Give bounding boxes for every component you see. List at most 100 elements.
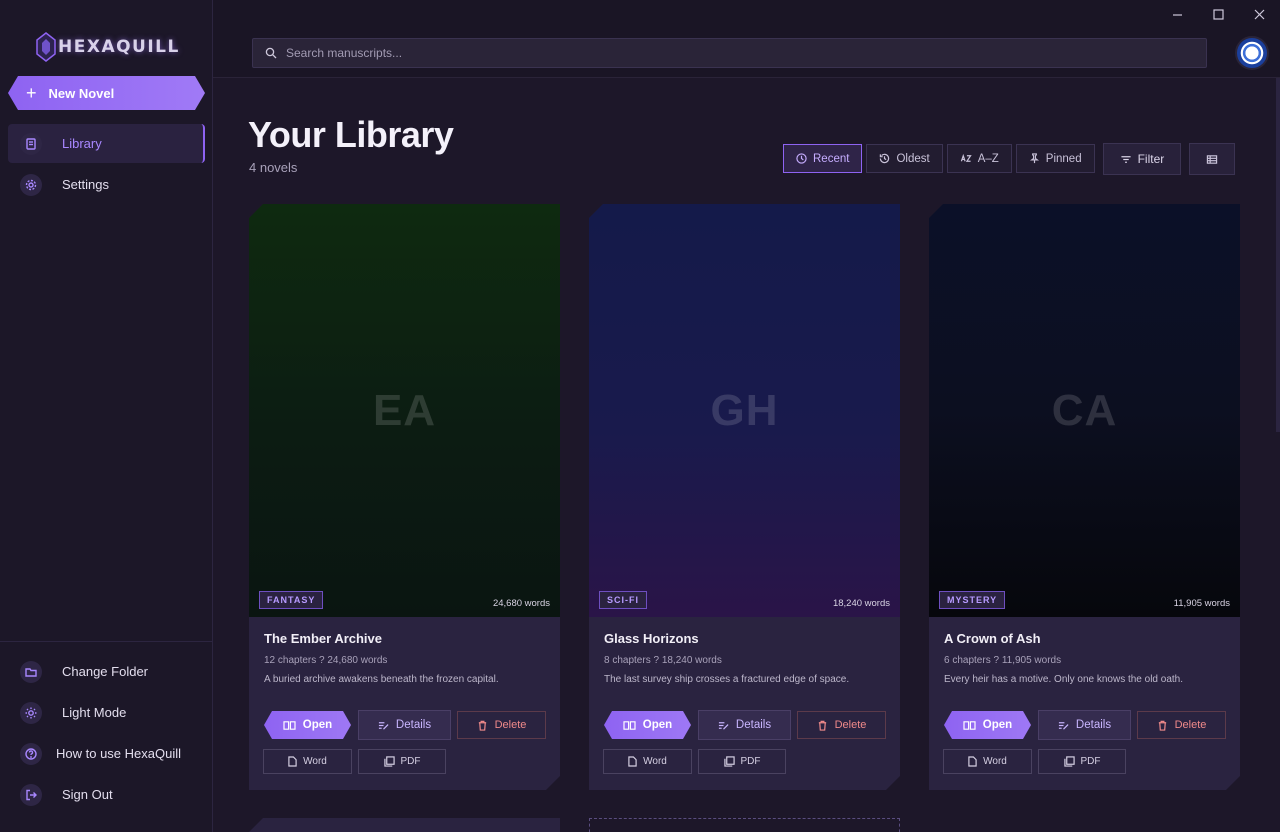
minimize-button[interactable] — [1157, 0, 1198, 28]
library-icon — [20, 132, 42, 155]
filter-button[interactable]: Filter — [1102, 143, 1182, 175]
close-icon — [1254, 9, 1265, 19]
clock-icon — [796, 153, 807, 164]
export-word-button[interactable]: Word — [603, 749, 692, 774]
hexagon-logo-icon — [36, 32, 56, 62]
avatar[interactable] — [1235, 36, 1269, 70]
details-button[interactable]: Details — [1038, 710, 1131, 740]
trash-icon — [817, 720, 828, 731]
add-novel-placeholder[interactable] — [589, 818, 900, 832]
page-title: Your Library — [248, 114, 454, 155]
word-label: Word — [643, 756, 667, 767]
list-view-button[interactable] — [1189, 143, 1236, 175]
sidebar-item-light-mode[interactable]: Light Mode — [8, 693, 205, 732]
delete-button[interactable]: Delete — [1137, 711, 1226, 739]
export-pdf-button[interactable]: PDF — [1038, 749, 1126, 774]
novel-card-body: The Ember Archive 12 chapters ? 24,680 w… — [249, 617, 560, 790]
cover-initials: EA — [372, 385, 437, 435]
open-button[interactable]: Open — [604, 711, 691, 739]
novel-cover[interactable]: CA MYSTERY 11,905 words — [929, 204, 1240, 617]
word-label: Word — [303, 756, 327, 767]
export-word-button[interactable]: Word — [943, 749, 1032, 774]
document-icon — [968, 756, 977, 767]
sort-alpha-button[interactable]: A–Z — [946, 144, 1012, 173]
plus-icon: + — [26, 83, 37, 103]
document-icon — [288, 756, 297, 767]
app-logo: HEXAQUILL — [36, 32, 180, 62]
novel-description: Every heir has a motive. Only one knows … — [944, 674, 1184, 685]
book-open-icon — [283, 720, 296, 731]
close-window-button[interactable] — [1239, 0, 1280, 28]
book-open-icon — [963, 720, 976, 731]
sort-recent-button[interactable]: Recent — [783, 144, 863, 173]
open-label: Open — [302, 719, 333, 731]
export-pdf-button[interactable]: PDF — [358, 749, 446, 774]
novel-cover[interactable]: EA FANTASY 24,680 words — [249, 204, 560, 617]
sidebar-item-change-folder[interactable]: Change Folder — [8, 652, 205, 691]
edit-details-icon — [378, 720, 389, 731]
book-open-icon — [623, 720, 636, 731]
edit-details-icon — [718, 720, 729, 731]
trash-icon — [477, 720, 488, 731]
search-icon — [265, 47, 277, 59]
filter-icon — [1121, 155, 1131, 163]
novel-description: The last survey ship crosses a fractured… — [604, 674, 850, 685]
genre-badge: SCI-FI — [599, 591, 647, 609]
logo-text: HEXAQUILL — [58, 37, 180, 57]
sidebar-item-label: How to use HexaQuill — [56, 746, 181, 761]
sort-label: Oldest — [896, 152, 930, 165]
pdf-label: PDF — [740, 756, 761, 767]
sidebar-item-label: Sign Out — [62, 787, 113, 802]
novel-card-body: A Crown of Ash 6 chapters ? 11,905 words… — [929, 617, 1240, 790]
cover-initials: GH — [710, 385, 779, 435]
new-novel-button[interactable]: + New Novel — [8, 76, 205, 110]
sidebar-item-sign-out[interactable]: Sign Out — [8, 775, 205, 814]
delete-button[interactable]: Delete — [457, 711, 546, 739]
delete-label: Delete — [494, 719, 527, 731]
pdf-icon — [1064, 756, 1075, 767]
novel-count: 4 novels — [249, 160, 298, 175]
sidebar: HEXAQUILL + New Novel Library Settings C… — [0, 0, 213, 832]
sort-label: A–Z — [977, 152, 999, 165]
export-word-button[interactable]: Word — [263, 749, 352, 774]
export-pdf-button[interactable]: PDF — [698, 749, 786, 774]
sidebar-item-library[interactable]: Library — [8, 124, 205, 163]
details-label: Details — [735, 719, 772, 731]
cover-initials: CA — [1051, 385, 1118, 435]
trash-icon — [1157, 720, 1168, 731]
sidebar-item-settings[interactable]: Settings — [8, 165, 205, 204]
delete-button[interactable]: Delete — [797, 711, 886, 739]
sidebar-item-label: Library — [62, 136, 102, 151]
details-label: Details — [1075, 719, 1112, 731]
help-icon — [20, 742, 42, 765]
sort-pinned-button[interactable]: Pinned — [1015, 144, 1095, 173]
new-novel-label: New Novel — [48, 85, 115, 101]
edit-details-icon — [1058, 720, 1069, 731]
details-button[interactable]: Details — [358, 710, 451, 740]
sidebar-item-help[interactable]: How to use HexaQuill — [8, 734, 205, 773]
open-button[interactable]: Open — [264, 711, 351, 739]
novel-meta: 8 chapters ? 18,240 words — [604, 655, 722, 666]
sort-toolbar: Recent Oldest A–Z Pinned Filter — [783, 143, 1236, 175]
open-button[interactable]: Open — [944, 711, 1031, 739]
list-view-icon — [1207, 154, 1218, 164]
scrollbar-thumb[interactable] — [1276, 78, 1280, 432]
sidebar-divider — [0, 641, 213, 642]
search-input[interactable] — [286, 46, 1166, 60]
sidebar-item-label: Change Folder — [62, 664, 148, 679]
pdf-icon — [384, 756, 395, 767]
novel-card-body: Glass Horizons 8 chapters ? 18,240 words… — [589, 617, 900, 790]
pdf-icon — [724, 756, 735, 767]
details-button[interactable]: Details — [698, 710, 791, 740]
search-bar — [252, 38, 1207, 68]
open-label: Open — [642, 719, 673, 731]
sort-label: Recent — [813, 152, 850, 165]
maximize-button[interactable] — [1198, 0, 1239, 28]
novel-cover[interactable]: GH SCI-FI 18,240 words — [589, 204, 900, 617]
novel-card: CA MYSTERY 11,905 words A Crown of Ash 6… — [929, 204, 1240, 790]
history-icon — [880, 153, 890, 164]
word-count-badge: 18,240 words — [832, 598, 890, 609]
folder-icon — [20, 660, 42, 683]
sort-oldest-button[interactable]: Oldest — [866, 144, 943, 173]
delete-label: Delete — [1174, 719, 1207, 731]
